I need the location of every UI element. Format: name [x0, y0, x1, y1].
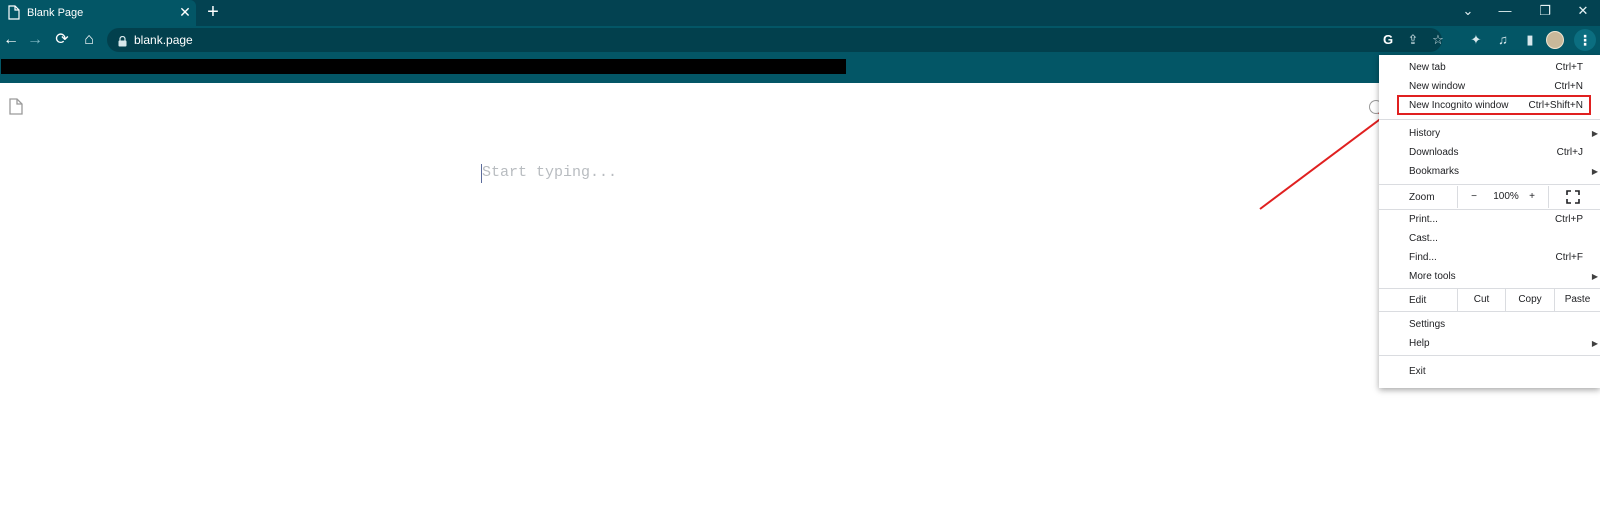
text-caret — [481, 164, 482, 183]
highlight-box — [1397, 95, 1591, 115]
menu-separator — [1379, 311, 1600, 312]
fullscreen-icon[interactable] — [1566, 190, 1580, 204]
restore-button[interactable]: ❐ — [1534, 2, 1556, 20]
redacted-bookmarks — [1, 59, 846, 74]
menu-label: History — [1409, 128, 1441, 139]
submenu-arrow-icon: ▶ — [1591, 339, 1598, 348]
menu-shortcut: Ctrl+N — [1554, 81, 1583, 92]
back-button[interactable]: ← — [0, 29, 22, 51]
menu-item-cast[interactable]: Cast... — [1379, 229, 1600, 248]
menu-label: New window — [1409, 81, 1466, 92]
submenu-arrow-icon: ▶ — [1591, 129, 1598, 138]
submenu-arrow-icon: ▶ — [1591, 167, 1598, 176]
tab-close-icon[interactable]: ✕ — [178, 5, 192, 19]
menu-item-print[interactable]: Print... Ctrl+P — [1379, 210, 1600, 229]
menu-label: Cast... — [1409, 233, 1438, 244]
text-editor[interactable]: Start typing... — [481, 164, 982, 184]
profile-avatar[interactable] — [1546, 31, 1564, 49]
menu-label: More tools — [1409, 271, 1456, 282]
address-bar[interactable]: blank.page G ⇪ ☆ — [107, 28, 1444, 52]
google-lens-icon[interactable]: G — [1379, 31, 1397, 49]
menu-item-exit[interactable]: Exit — [1379, 362, 1600, 381]
menu-label: Help — [1409, 338, 1430, 349]
menu-item-more-tools[interactable]: More tools ▶ — [1379, 267, 1600, 286]
menu-item-new-tab[interactable]: New tab Ctrl+T — [1379, 58, 1600, 77]
editor-placeholder: Start typing... — [482, 164, 618, 181]
reload-button[interactable]: ⟳ — [51, 29, 73, 51]
menu-shortcut: Ctrl+F — [1555, 252, 1584, 263]
menu-label: Settings — [1409, 319, 1446, 330]
media-control-icon[interactable]: ♫ — [1493, 30, 1513, 50]
side-panel-icon[interactable]: ▮ — [1520, 30, 1540, 50]
new-tab-button[interactable]: + — [203, 2, 223, 22]
menu-shortcut: Ctrl+T — [1555, 62, 1584, 73]
browser-toolbar: ← → ⟳ ⌂ blank.page G ⇪ ☆ ✦ ♫ ▮ ⋮ — [0, 26, 1600, 55]
submenu-arrow-icon: ▶ — [1591, 272, 1598, 281]
menu-shortcut: Ctrl+J — [1556, 147, 1583, 158]
menu-item-help[interactable]: Help ▶ — [1379, 334, 1600, 353]
menu-zoom-row: Zoom − 100% + — [1379, 186, 1600, 208]
close-window-button[interactable]: ✕ — [1572, 2, 1594, 20]
zoom-label: Zoom — [1409, 192, 1435, 203]
paste-button[interactable]: Paste — [1554, 289, 1600, 311]
home-button[interactable]: ⌂ — [78, 29, 100, 51]
menu-shortcut: Ctrl+P — [1554, 214, 1583, 225]
zoom-value: 100% — [1493, 191, 1519, 202]
menu-item-new-window[interactable]: New window Ctrl+N — [1379, 77, 1600, 96]
tab-strip: Blank Page ✕ + ⌄ — ❐ ✕ — [0, 0, 1600, 26]
lock-icon — [118, 34, 127, 52]
menu-label: Exit — [1409, 366, 1426, 377]
menu-label: Bookmarks — [1409, 166, 1460, 177]
url-text: blank.page — [134, 33, 193, 47]
share-icon[interactable]: ⇪ — [1404, 31, 1422, 49]
copy-button[interactable]: Copy — [1505, 289, 1554, 311]
minimize-button[interactable]: — — [1494, 2, 1516, 20]
bookmark-bar — [0, 55, 1600, 83]
document-icon[interactable] — [9, 98, 23, 120]
menu-item-settings[interactable]: Settings — [1379, 315, 1600, 334]
page-icon — [8, 5, 20, 23]
menu-label: Downloads — [1409, 147, 1459, 158]
edit-label: Edit — [1409, 295, 1427, 306]
menu-item-downloads[interactable]: Downloads Ctrl+J — [1379, 143, 1600, 162]
chrome-menu: New tab Ctrl+T New window Ctrl+N New Inc… — [1379, 55, 1600, 388]
menu-separator — [1379, 184, 1600, 185]
forward-button[interactable]: → — [24, 29, 46, 51]
menu-item-bookmarks[interactable]: Bookmarks ▶ — [1379, 162, 1600, 181]
zoom-in-button[interactable]: + — [1526, 190, 1538, 203]
menu-item-history[interactable]: History ▶ — [1379, 124, 1600, 143]
menu-label: Print... — [1409, 214, 1438, 225]
extensions-icon[interactable]: ✦ — [1466, 30, 1486, 50]
tab-search-icon[interactable]: ⌄ — [1457, 2, 1479, 20]
menu-separator — [1379, 119, 1600, 120]
menu-separator — [1379, 355, 1600, 356]
tab-title: Blank Page — [27, 7, 84, 19]
zoom-controls: − 100% + — [1457, 186, 1549, 208]
menu-item-find[interactable]: Find... Ctrl+F — [1379, 248, 1600, 267]
menu-edit-row: Edit Cut Copy Paste — [1379, 289, 1600, 311]
bookmark-star-icon[interactable]: ☆ — [1429, 31, 1447, 49]
menu-label: New tab — [1409, 62, 1446, 73]
cut-button[interactable]: Cut — [1457, 289, 1505, 311]
zoom-out-button[interactable]: − — [1468, 190, 1480, 203]
tab-blank-page[interactable]: Blank Page ✕ — [0, 0, 196, 26]
menu-label: Find... — [1409, 252, 1437, 263]
chrome-menu-button[interactable]: ⋮ — [1574, 29, 1596, 51]
